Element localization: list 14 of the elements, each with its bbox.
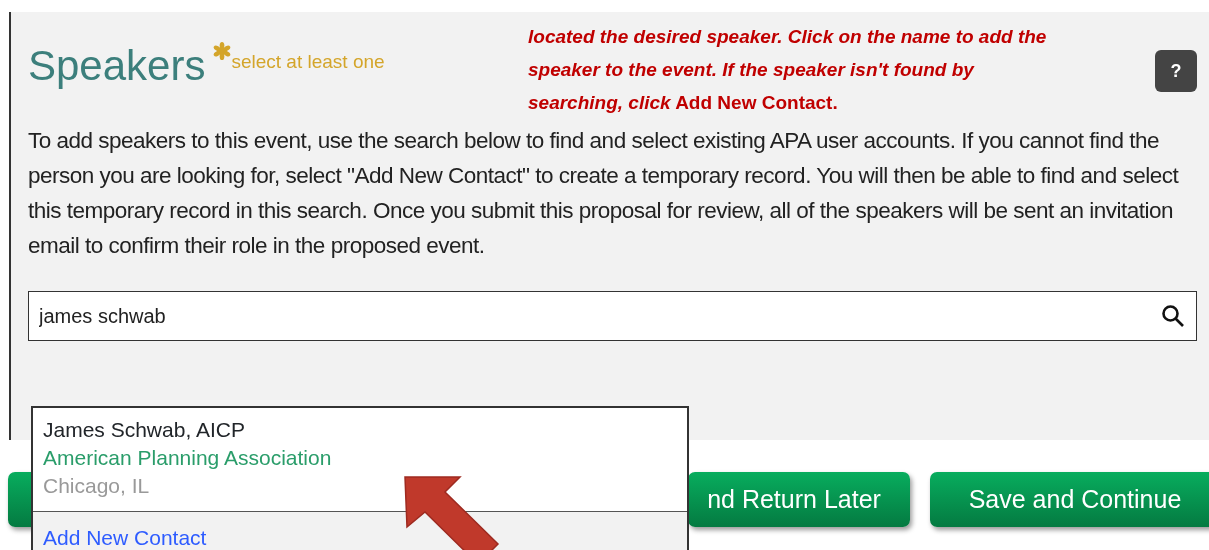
search-field[interactable]: james schwab: [28, 291, 1197, 341]
result-organization: American Planning Association: [43, 445, 333, 471]
help-button[interactable]: ?: [1155, 50, 1197, 92]
add-contact-link[interactable]: Add New Contact: [43, 526, 207, 549]
section-title: Speakers: [28, 41, 206, 91]
instruction-note: located the desired speaker. Click on the name to add the speaker to the event. If the speaker isn't found by searching, click Add New Contact.: [528, 25, 1048, 115]
result-location: Chicago, IL: [43, 473, 151, 499]
asterisk-icon: [213, 42, 232, 60]
description-text: To add speakers to this event, use the search below to find and select existing APA user accounts. If you cannot find the person you are looking for, select "Add New Contact" to create a temporary record. You will then be able to find and select this temporary record in this search. Once you submit this proposal for review, all of the speakers will be sent an invitation email to confirm their role in the proposed event.: [28, 127, 1180, 260]
result-name: James Schwab, AICP: [43, 417, 246, 443]
action-button[interactable]: Save and Continue: [930, 472, 1209, 527]
search-icon[interactable]: [1161, 304, 1185, 328]
required-note: select at least one: [231, 50, 385, 74]
action-button[interactable]: nd Return Later: [688, 472, 910, 527]
